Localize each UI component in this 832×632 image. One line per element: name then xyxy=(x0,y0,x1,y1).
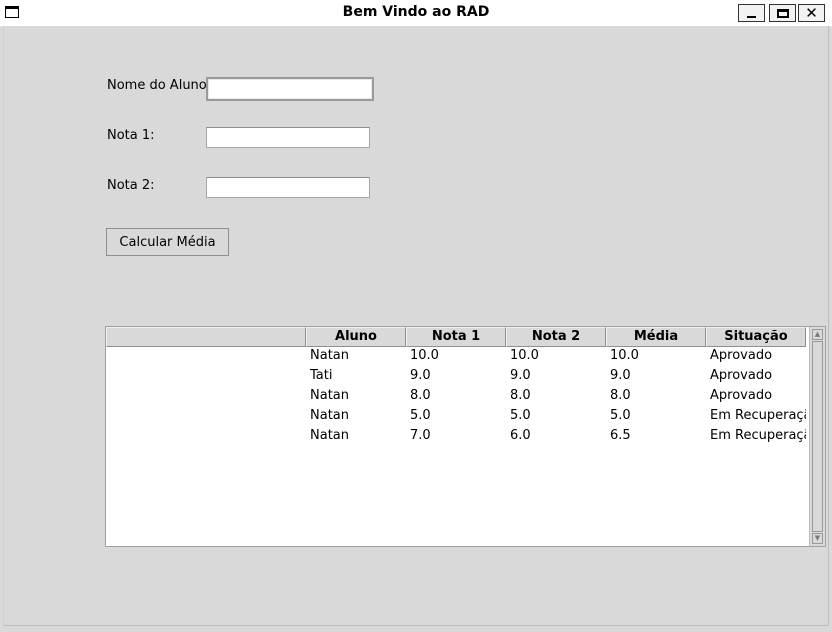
table-cell-nota1: 10.0 xyxy=(410,348,439,363)
nome-aluno-label: Nome do Aluno xyxy=(107,78,206,93)
column-header-nota1[interactable]: Nota 1 xyxy=(406,327,506,347)
column-header-situacao[interactable]: Situação xyxy=(706,327,806,347)
table-cell-tree xyxy=(106,387,306,407)
nota1-label: Nota 1: xyxy=(107,128,155,143)
nota2-field[interactable] xyxy=(206,177,370,198)
table-cell-nota1: 7.0 xyxy=(410,428,431,443)
nota2-label: Nota 2: xyxy=(107,178,155,193)
table-cell-media: 8.0 xyxy=(610,388,631,403)
table-cell-media: 5.0 xyxy=(610,408,631,423)
table-cell-situacao: Aprovado xyxy=(710,388,773,403)
scrollbar-thumb[interactable] xyxy=(812,341,823,532)
close-button[interactable]: ✕ xyxy=(798,4,825,22)
table-cell-tree xyxy=(106,407,306,427)
nota2-input[interactable] xyxy=(207,178,369,197)
table-cell-media: 9.0 xyxy=(610,368,631,383)
arrow-down-icon: ▼ xyxy=(814,534,821,542)
nome-aluno-field[interactable] xyxy=(206,77,374,101)
table-cell-nota2: 9.0 xyxy=(510,368,531,383)
table-cell-aluno: Tati xyxy=(310,368,333,383)
table-cell-aluno: Natan xyxy=(310,408,349,423)
table-cell-media: 6.5 xyxy=(610,428,631,443)
table-cell-nota1: 9.0 xyxy=(410,368,431,383)
table-cell-media: 10.0 xyxy=(610,348,639,363)
table-cell-nota1: 8.0 xyxy=(410,388,431,403)
table-row[interactable]: Natan 5.0 5.0 5.0 Em Recuperação xyxy=(106,407,808,427)
table-cell-nota2: 5.0 xyxy=(510,408,531,423)
nota1-input[interactable] xyxy=(207,128,369,147)
window-title: Bem Vindo ao RAD xyxy=(342,4,490,20)
table-cell-tree xyxy=(106,427,306,447)
table-cell-aluno: Natan xyxy=(310,348,349,363)
maximize-button[interactable] xyxy=(769,4,796,22)
main-window: Bem Vindo ao RAD ✕ Nome do Aluno Nota 1:… xyxy=(0,0,832,632)
table-cell-nota2: 6.0 xyxy=(510,428,531,443)
table-row[interactable]: Tati 9.0 9.0 9.0 Aprovado xyxy=(106,367,808,387)
table-cell-situacao: Aprovado xyxy=(710,348,773,363)
column-header-media[interactable]: Média xyxy=(606,327,706,347)
vertical-scrollbar[interactable]: ▲ ▼ xyxy=(809,327,825,546)
table-cell-nota2: 8.0 xyxy=(510,388,531,403)
calcular-media-button[interactable]: Calcular Média xyxy=(106,228,229,256)
maximize-icon xyxy=(776,8,789,18)
nota1-field[interactable] xyxy=(206,127,370,148)
table-cell-aluno: Natan xyxy=(310,388,349,403)
column-header-nota2[interactable]: Nota 2 xyxy=(506,327,606,347)
table-cell-aluno: Natan xyxy=(310,428,349,443)
table-cell-situacao: Em Recuperação xyxy=(710,428,806,443)
table-row[interactable]: Natan 7.0 6.0 6.5 Em Recuperação xyxy=(106,427,808,447)
table-row[interactable]: Natan 10.0 10.0 10.0 Aprovado xyxy=(106,347,808,367)
scroll-down-button[interactable]: ▼ xyxy=(812,533,823,544)
table-cell-situacao: Aprovado xyxy=(710,368,773,383)
table-cell-nota2: 10.0 xyxy=(510,348,539,363)
scroll-up-button[interactable]: ▲ xyxy=(812,329,823,340)
arrow-up-icon: ▲ xyxy=(814,330,821,338)
table-cell-nota1: 5.0 xyxy=(410,408,431,423)
table-header: Aluno Nota 1 Nota 2 Média Situação xyxy=(106,327,808,347)
results-table[interactable]: Aluno Nota 1 Nota 2 Média Situação Natan… xyxy=(105,326,826,547)
minimize-button[interactable] xyxy=(738,4,765,22)
table-cell-situacao: Em Recuperação xyxy=(710,408,806,423)
minimize-icon xyxy=(747,15,756,18)
table-cell-tree xyxy=(106,367,306,387)
table-row[interactable]: Natan 8.0 8.0 8.0 Aprovado xyxy=(106,387,808,407)
column-header-tree[interactable] xyxy=(106,327,306,347)
close-icon: ✕ xyxy=(805,3,818,22)
table-body: Natan 10.0 10.0 10.0 Aprovado Tati 9.0 9… xyxy=(106,347,808,447)
nome-aluno-input[interactable] xyxy=(208,79,372,99)
column-header-aluno[interactable]: Aluno xyxy=(306,327,406,347)
table-cell-tree xyxy=(106,347,306,367)
title-bar[interactable]: Bem Vindo ao RAD ✕ xyxy=(0,0,832,27)
